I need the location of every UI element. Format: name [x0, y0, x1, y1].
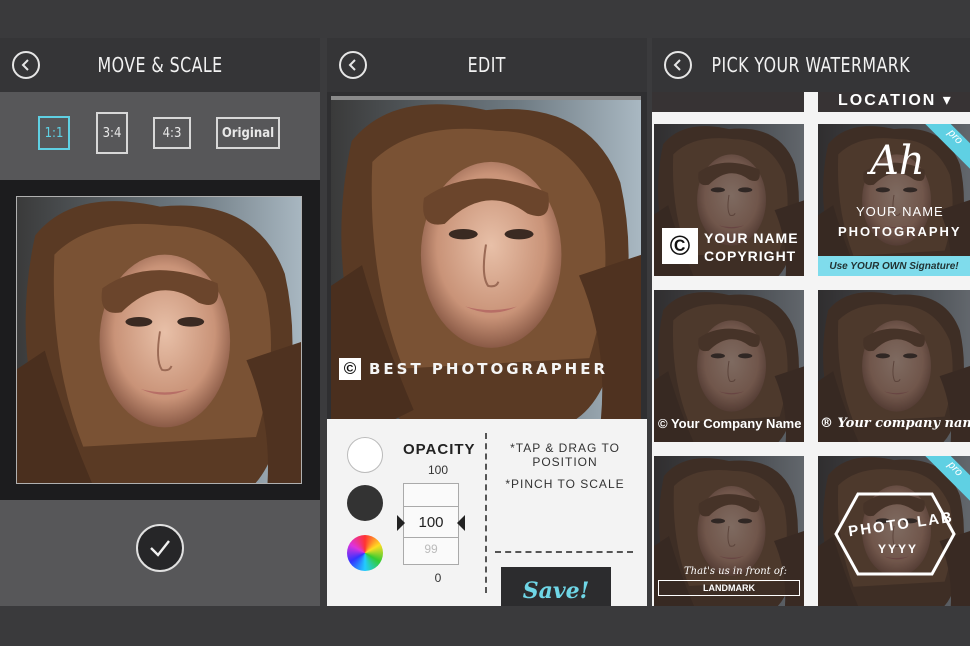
save-button[interactable]: Save!: [501, 567, 611, 606]
edit-controls: OPACITY 100 100 99 0 *TAP & DRAG TO POSI…: [327, 419, 647, 606]
copyright-icon: ©: [662, 228, 698, 264]
badge-line2: YYYY: [878, 542, 919, 556]
landmark-box: LANDMARK: [658, 580, 800, 596]
confirm-button[interactable]: [136, 524, 184, 572]
watermark-tile-company[interactable]: © Your Company Name: [654, 290, 804, 442]
chevron-left-icon: [348, 59, 356, 71]
app-screens: MOVE & SCALE 1:1 3:4 4:3 Original EDIT ©…: [0, 0, 970, 646]
watermark-tile-location[interactable]: LOCATION ▾: [818, 92, 970, 112]
copyright-icon: ©: [339, 358, 361, 380]
chevron-left-icon: [673, 59, 681, 71]
company-text: © Your Company Name: [658, 416, 802, 431]
chevron-left-icon: [21, 59, 29, 71]
bottom-band: [0, 606, 970, 646]
checkmark-icon: [150, 540, 170, 557]
signature-banner: Use YOUR OWN Signature!: [818, 256, 970, 276]
watermark-tile-signature[interactable]: pro Ah YOUR NAME PHOTOGRAPHY Use YOUR OW…: [818, 124, 970, 276]
divider: [485, 433, 487, 593]
header: MOVE & SCALE: [0, 38, 320, 92]
ratio-4-3-button[interactable]: 4:3: [153, 117, 191, 149]
back-button[interactable]: [339, 51, 367, 79]
watermark-tile-landmark[interactable]: That's us in front of: LANDMARK: [654, 456, 804, 606]
signature-line2: PHOTOGRAPHY: [838, 224, 962, 239]
hint-drag: *TAP & DRAG TO POSITION: [510, 441, 620, 469]
ratio-3-4-button[interactable]: 3:4: [96, 112, 128, 154]
edit-screen: EDIT © BEST PHOTOGRAPHER OPACITY 100 100…: [327, 38, 647, 606]
header: EDIT: [327, 38, 647, 92]
opacity-max: 100: [427, 463, 449, 477]
signature-glyph: Ah: [870, 138, 925, 184]
landmark-caption: That's us in front of:: [684, 566, 787, 577]
watermark-tile-partial[interactable]: [652, 92, 804, 112]
picker-right-arrow-icon: [457, 515, 465, 531]
crop-photo[interactable]: [16, 196, 302, 484]
picker-left-arrow-icon: [397, 515, 405, 531]
back-button[interactable]: [12, 51, 40, 79]
signature-line1: YOUR NAME: [856, 204, 944, 219]
screen-title: PICK YOUR WATERMARK: [711, 53, 911, 77]
copyright-line1: YOUR NAME: [704, 230, 799, 246]
divider: [495, 551, 633, 553]
watermark-tile-copyright[interactable]: © YOUR NAME COPYRIGHT: [654, 124, 804, 276]
move-scale-screen: MOVE & SCALE 1:1 3:4 4:3 Original: [0, 38, 320, 606]
watermark-tile-company-script[interactable]: ® Your company name: [818, 290, 970, 442]
location-text: LOCATION ▾: [838, 92, 953, 109]
opacity-value: 100: [404, 506, 458, 538]
screen-title: EDIT: [467, 53, 507, 77]
hint-pinch: *PINCH TO SCALE: [505, 477, 625, 491]
opacity-picker[interactable]: 100 99: [403, 483, 459, 565]
opacity-label: OPACITY: [403, 441, 476, 458]
header: PICK YOUR WATERMARK: [652, 38, 970, 92]
back-button[interactable]: [664, 51, 692, 79]
company-script-text: ® Your company name: [820, 416, 970, 431]
watermark-overlay[interactable]: © BEST PHOTOGRAPHER: [339, 358, 608, 380]
screen-title: MOVE & SCALE: [97, 53, 223, 77]
edit-photo[interactable]: © BEST PHOTOGRAPHER: [331, 96, 641, 419]
ratio-original-button[interactable]: Original: [216, 117, 280, 149]
pick-watermark-screen: PICK YOUR WATERMARK LOCATION ▾ © YOUR NA…: [652, 38, 970, 606]
ratio-1-1-button[interactable]: 1:1: [38, 116, 70, 150]
copyright-line2: COPYRIGHT: [704, 248, 797, 264]
watermark-text: BEST PHOTOGRAPHER: [369, 360, 609, 378]
color-wheel-icon[interactable]: [347, 535, 383, 571]
top-band: [0, 0, 970, 38]
black-color-swatch[interactable]: [347, 485, 383, 521]
opacity-next-value: 99: [424, 542, 438, 556]
watermark-tile-badge[interactable]: pro PHOTO LAB YYYY: [818, 456, 970, 606]
opacity-min: 0: [434, 571, 442, 585]
white-color-swatch[interactable]: [347, 437, 383, 473]
